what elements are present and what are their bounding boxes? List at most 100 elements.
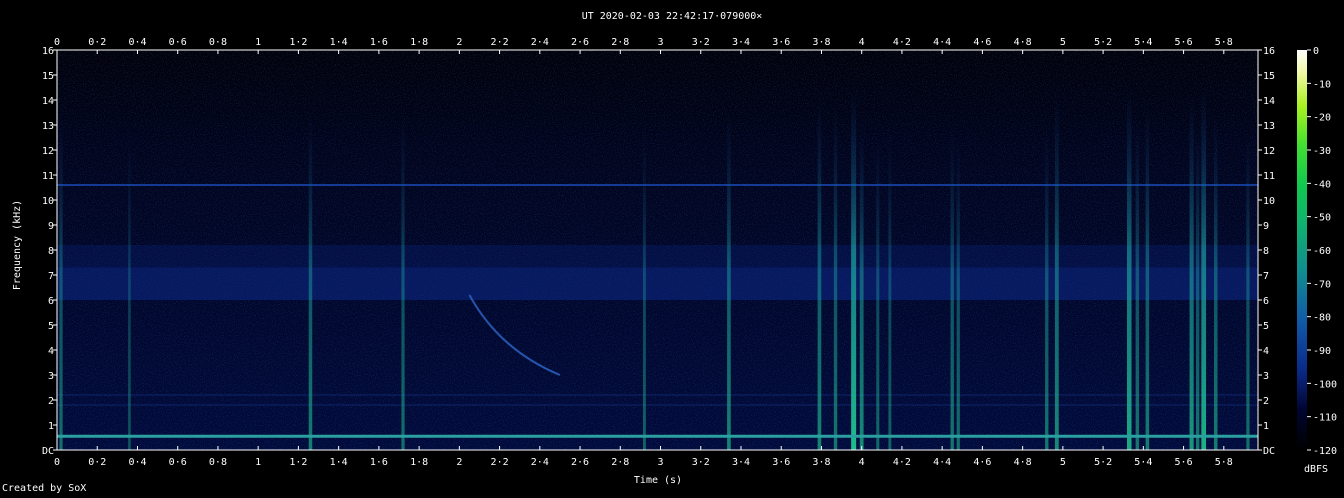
y-tick-label-right: 13	[1263, 121, 1275, 132]
x-tick-label-top: 1·6	[370, 37, 388, 48]
x-tick-label-top: 0·2	[88, 37, 106, 48]
x-tick-label-bottom: 3	[658, 457, 664, 468]
x-tick-label-bottom: 2·2	[491, 457, 509, 468]
x-tick-label-top: 1	[255, 37, 261, 48]
x-tick-label-bottom: 3·6	[772, 457, 790, 468]
x-tick-label-top: 4·4	[933, 37, 951, 48]
y-tick-label-right: 14	[1263, 96, 1275, 107]
x-tick-label-top: 3·6	[772, 37, 790, 48]
x-tick-label-bottom: 2	[456, 457, 462, 468]
y-tick-label-right: 6	[1263, 296, 1269, 307]
x-tick-label-top: 5	[1060, 37, 1066, 48]
y-tick-label-right: 12	[1263, 146, 1275, 157]
x-tick-label-bottom: 3·4	[732, 457, 750, 468]
event-line	[727, 110, 731, 450]
y-tick-label-right: 15	[1263, 71, 1275, 82]
colorbar-tick-label: -40	[1313, 179, 1331, 190]
colorbar-tick-label: -70	[1313, 279, 1331, 290]
y-tick-label-left: 9	[48, 221, 54, 232]
x-tick-label-bottom: 3·2	[692, 457, 710, 468]
y-tick-label-left: 10	[42, 196, 54, 207]
colorbar-ticks: 0 -10 -20 -30 -40 -50 -60 -70 -80 -90 -100 -110 -120	[1307, 46, 1337, 457]
chart-title: UT 2020-02-03 22:42:17·079000×	[582, 11, 763, 22]
spectrogram-chart: UT 2020-02-03 22:42:17·079000× 0 0·2 0·4 0·…	[12, 11, 1337, 486]
y-tick-label-left: 8	[48, 246, 54, 257]
y-axis-left-ticks: DC12345678910111213141516	[42, 46, 57, 457]
credit-text: Created by SoX	[2, 483, 87, 494]
x-tick-label-top: 4·6	[973, 37, 991, 48]
event-line	[401, 110, 405, 450]
x-tick-label-top: 2·2	[491, 37, 509, 48]
x-tick-label-bottom: 4·6	[973, 457, 991, 468]
colorbar-tick-label: -20	[1313, 113, 1331, 124]
colorbar-tick-label: -80	[1313, 313, 1331, 324]
x-tick-label-bottom: 1·6	[370, 457, 388, 468]
event-line	[1126, 90, 1132, 450]
x-tick-label-top: 1·8	[410, 37, 428, 48]
x-tick-label-top: 4	[859, 37, 865, 48]
x-tick-label-top: 0·8	[209, 37, 227, 48]
event-line	[859, 125, 864, 450]
x-tick-label-bottom: 2·8	[611, 457, 629, 468]
x-tick-label-bottom: 0·4	[128, 457, 146, 468]
x-tick-label-top: 2·6	[571, 37, 589, 48]
x-tick-label-bottom: 2·6	[571, 457, 589, 468]
event-line	[876, 135, 880, 450]
event-line	[1195, 125, 1200, 450]
event-line	[1054, 92, 1059, 450]
tone-line	[57, 184, 1258, 186]
x-tick-label-bottom: 5·8	[1215, 457, 1233, 468]
event-line	[1135, 117, 1139, 450]
harmonic-line	[57, 404, 1258, 406]
colorbar-tick-label: -110	[1313, 413, 1337, 424]
y-tick-label-left: 16	[42, 46, 54, 57]
x-tick-label-bottom: 0	[54, 457, 60, 468]
x-tick-label-bottom: 0·8	[209, 457, 227, 468]
y-tick-label-right: 9	[1263, 221, 1269, 232]
colorbar-tick-label: -50	[1313, 213, 1331, 224]
y-tick-label-left: 7	[48, 271, 54, 282]
x-tick-label-top: 3·2	[692, 37, 710, 48]
y-tick-label-right: 16	[1263, 46, 1275, 57]
x-axis-label: Time (s)	[634, 475, 682, 486]
x-tick-label-top: 2	[456, 37, 462, 48]
y-tick-label-left: 3	[48, 371, 54, 382]
event-line	[851, 90, 857, 450]
colorbar-tick-label: -90	[1313, 346, 1331, 357]
event-line	[1246, 125, 1250, 450]
event-line	[956, 137, 960, 450]
colorbar-gradient	[1297, 50, 1307, 450]
x-tick-label-top: 5·2	[1094, 37, 1112, 48]
y-tick-label-right: 8	[1263, 246, 1269, 257]
x-tick-label-bottom: 1·8	[410, 457, 428, 468]
colorbar-label: dBFS	[1304, 464, 1328, 475]
x-tick-label-bottom: 3·8	[812, 457, 830, 468]
y-tick-label-right: 3	[1263, 371, 1269, 382]
x-tick-label-bottom: 1·4	[330, 457, 348, 468]
noise-band	[57, 267, 1258, 300]
x-tick-label-bottom: 5	[1060, 457, 1066, 468]
x-tick-label-top: 0·4	[128, 37, 146, 48]
y-tick-label-left: 14	[42, 96, 54, 107]
x-tick-label-bottom: 1·2	[289, 457, 307, 468]
colorbar-tick-label: -60	[1313, 246, 1331, 257]
x-tick-label-top: 4·2	[893, 37, 911, 48]
noise-band-upper	[57, 245, 1258, 268]
x-tick-label-bottom: 5·4	[1134, 457, 1152, 468]
y-tick-label-right: 4	[1263, 346, 1269, 357]
y-tick-label-right: DC	[1263, 446, 1275, 457]
x-tick-label-bottom: 5·6	[1175, 457, 1193, 468]
y-axis-label: Frequency (kHz)	[12, 200, 23, 290]
x-tick-label-top: 4·8	[1014, 37, 1032, 48]
y-tick-label-left: 6	[48, 296, 54, 307]
harmonic-line	[57, 394, 1258, 396]
y-tick-label-left: DC	[42, 446, 54, 457]
event-line	[308, 112, 313, 450]
event-line	[1045, 130, 1049, 450]
x-tick-label-top: 5·4	[1134, 37, 1152, 48]
y-tick-label-left: 2	[48, 396, 54, 407]
colorbar	[1297, 50, 1307, 450]
spectrogram-plot-area	[56, 49, 1259, 451]
y-tick-label-right: 5	[1263, 321, 1269, 332]
x-tick-label-bottom: 4·2	[893, 457, 911, 468]
